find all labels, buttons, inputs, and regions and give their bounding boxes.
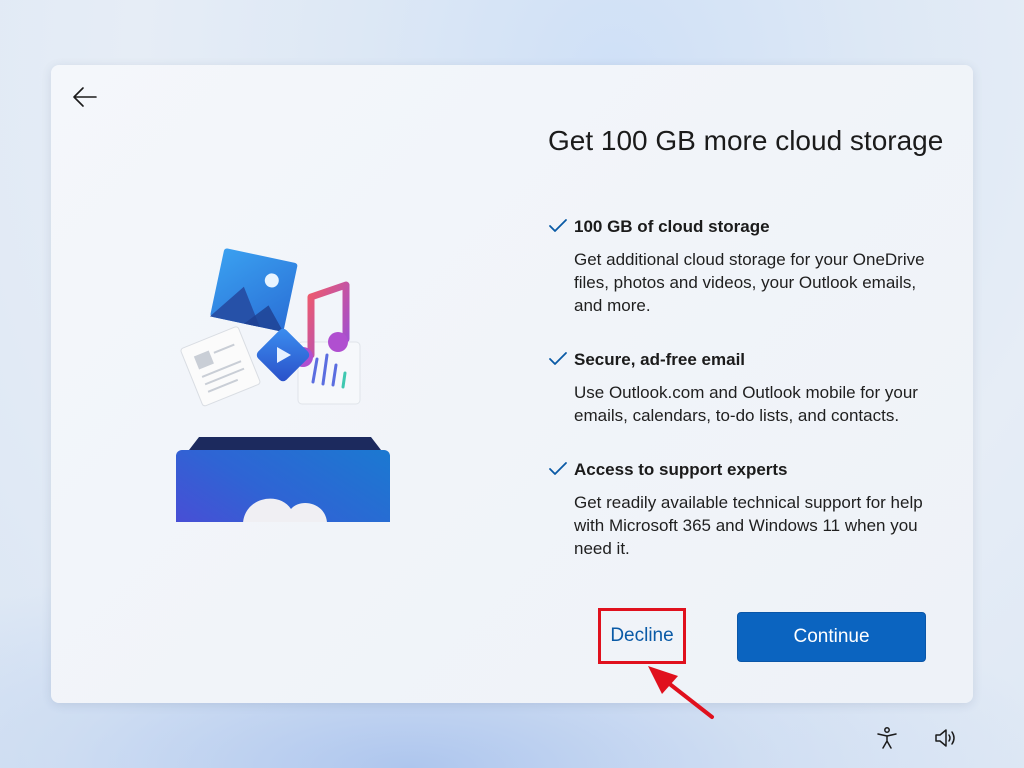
decline-button[interactable]: Decline	[598, 608, 686, 664]
accessibility-button[interactable]	[871, 722, 903, 754]
checkmark-icon	[549, 462, 567, 475]
back-button[interactable]	[69, 81, 101, 113]
feature-item: 100 GB of cloud storage Get additional c…	[548, 216, 948, 317]
feature-title: Secure, ad-free email	[574, 350, 746, 369]
volume-button[interactable]	[930, 722, 962, 754]
back-arrow-icon	[73, 87, 97, 107]
feature-description: Use Outlook.com and Outlook mobile for y…	[574, 383, 918, 425]
cloud-storage-illustration	[176, 248, 390, 522]
feature-description: Get additional cloud storage for your On…	[574, 250, 925, 315]
photo-icon	[209, 248, 298, 332]
accessibility-icon	[877, 727, 897, 749]
oobe-dialog-card: Get 100 GB more cloud storage 100 GB of …	[51, 65, 973, 703]
feature-title: 100 GB of cloud storage	[574, 217, 770, 236]
page-title: Get 100 GB more cloud storage	[548, 125, 944, 156]
feature-title: Access to support experts	[574, 460, 788, 479]
checkmark-icon	[549, 219, 567, 232]
checkmark-icon	[549, 352, 567, 365]
content-panel: Get 100 GB more cloud storage 100 GB of …	[548, 123, 948, 560]
volume-icon	[935, 729, 955, 747]
red-pointer-arrow-icon	[648, 666, 714, 719]
document-icon	[180, 326, 261, 407]
feature-item: Access to support experts Get readily av…	[548, 459, 948, 560]
feature-item: Secure, ad-free email Use Outlook.com an…	[548, 349, 948, 427]
continue-button[interactable]: Continue	[737, 612, 926, 662]
feature-description: Get readily available technical support …	[574, 493, 923, 558]
